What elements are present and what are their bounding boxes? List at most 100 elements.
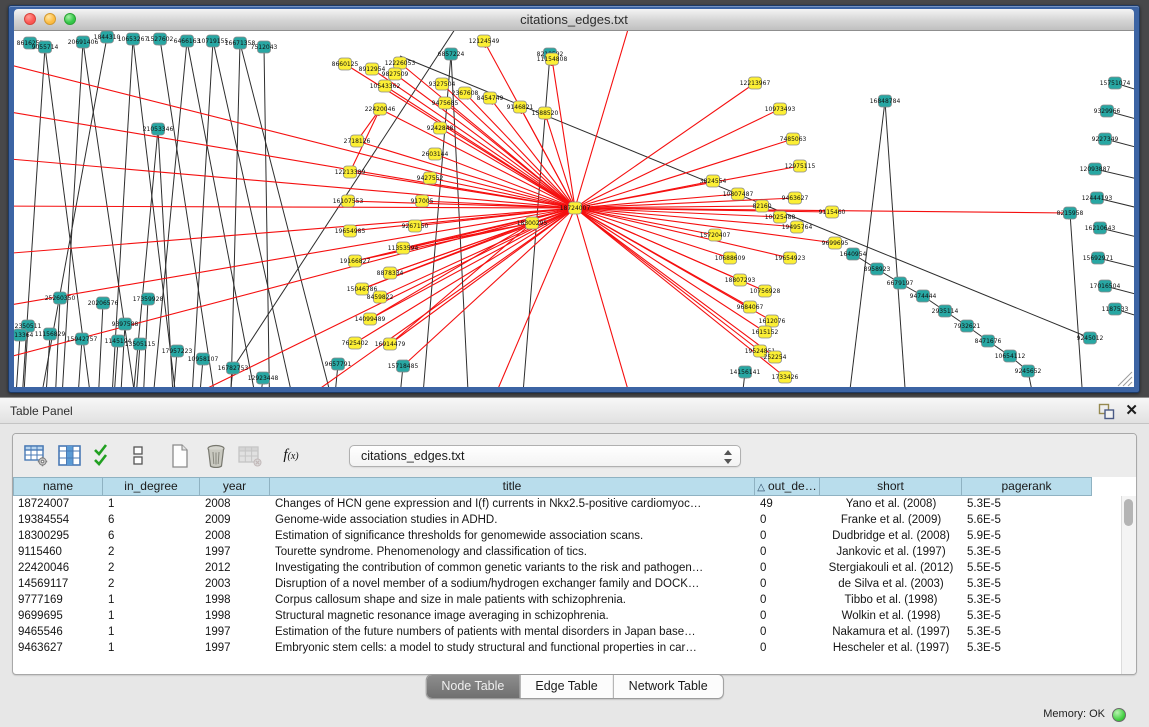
graph-node[interactable] — [749, 77, 762, 89]
graph-node[interactable] — [344, 166, 357, 178]
table-row[interactable]: 977716911998Corpus callosum shape and si… — [13, 592, 1136, 608]
table-cell[interactable]: Investigating the contribution of common… — [270, 560, 755, 576]
graph-edge[interactable] — [484, 41, 575, 208]
graph-node[interactable] — [197, 353, 210, 365]
graph-node[interactable] — [397, 360, 410, 372]
graph-node[interactable] — [339, 58, 352, 70]
table-cell[interactable]: 2 — [103, 576, 200, 592]
graph-node[interactable] — [97, 297, 110, 309]
graph-node[interactable] — [1109, 303, 1122, 315]
graph-node[interactable] — [1109, 77, 1122, 89]
float-panel-icon[interactable] — [1098, 403, 1115, 420]
table-cell[interactable]: Stergiakouli et al. (2012) — [820, 560, 962, 576]
graph-node[interactable] — [234, 37, 247, 49]
table-cell[interactable]: Tibbo et al. (1998) — [820, 592, 962, 608]
graph-edge[interactable] — [14, 56, 575, 208]
graph-node[interactable] — [766, 315, 779, 327]
graph-node[interactable] — [112, 335, 125, 347]
graph-node[interactable] — [774, 103, 787, 115]
table-cell[interactable]: Jankovic et al. (1997) — [820, 544, 962, 560]
table-cell[interactable]: 5.3E-5 — [962, 608, 1092, 624]
graph-node[interactable] — [258, 41, 271, 53]
graph-edge[interactable] — [230, 43, 240, 387]
table-row[interactable]: 946554611997Estimation of the future num… — [13, 624, 1136, 640]
table-cell[interactable]: Franke et al. (2009) — [820, 512, 962, 528]
graph-node[interactable] — [181, 35, 194, 47]
graph-node[interactable] — [44, 328, 57, 340]
graph-node[interactable] — [152, 123, 165, 135]
graph-node[interactable] — [342, 195, 355, 207]
graph-node[interactable] — [1004, 350, 1017, 362]
graph-edge[interactable] — [133, 39, 180, 387]
table-cell[interactable]: Nakamura et al. (1997) — [820, 624, 962, 640]
graph-edge[interactable] — [575, 109, 780, 208]
graph-edge[interactable] — [264, 47, 270, 387]
graph-node[interactable] — [459, 87, 472, 99]
graph-node[interactable] — [227, 362, 240, 374]
table-cell[interactable]: 1 — [103, 640, 200, 656]
table-cell[interactable]: 6 — [103, 528, 200, 544]
graph-node[interactable] — [142, 293, 155, 305]
graph-node[interactable] — [734, 274, 747, 286]
graph-node[interactable] — [154, 33, 167, 45]
graph-node[interactable] — [514, 101, 527, 113]
graph-node[interactable] — [77, 36, 90, 48]
table-cell[interactable]: 49 — [755, 496, 820, 512]
graph-node[interactable] — [939, 305, 952, 317]
column-header-out_de[interactable]: △out_de… — [755, 477, 820, 496]
tab-network-table[interactable]: Network Table — [613, 675, 723, 698]
table-cell[interactable]: 5.3E-5 — [962, 640, 1092, 656]
graph-node[interactable] — [1094, 222, 1107, 234]
graph-node[interactable] — [739, 366, 752, 378]
graph-node[interactable] — [871, 263, 884, 275]
graph-node[interactable] — [829, 237, 842, 249]
graph-node[interactable] — [779, 371, 792, 383]
table-cell[interactable]: 2009 — [200, 512, 270, 528]
graph-node[interactable] — [374, 291, 387, 303]
graph-node[interactable] — [134, 338, 147, 350]
graph-node[interactable] — [364, 313, 377, 325]
graph-edge[interactable] — [14, 106, 575, 208]
graph-node[interactable] — [434, 122, 447, 134]
table-cell[interactable]: 1998 — [200, 592, 270, 608]
rows-icon[interactable] — [125, 443, 151, 469]
table-cell[interactable]: 1 — [103, 592, 200, 608]
graph-edge[interactable] — [480, 208, 575, 387]
table-cell[interactable]: 0 — [755, 640, 820, 656]
table-cell[interactable]: 0 — [755, 544, 820, 560]
graph-node[interactable] — [39, 41, 52, 53]
graph-node[interactable] — [484, 92, 497, 104]
table-row[interactable]: 2242004622012Investigating the contribut… — [13, 560, 1136, 576]
graph-edge[interactable] — [575, 83, 755, 208]
table-row[interactable]: 1456911722003Disruption of a novel membe… — [13, 576, 1136, 592]
table-cell[interactable]: 5.3E-5 — [962, 592, 1092, 608]
table-cell[interactable]: Wolkin et al. (1998) — [820, 608, 962, 624]
column-header-in_degree[interactable]: in_degree — [103, 477, 200, 496]
column-header-name[interactable]: name — [13, 477, 103, 496]
table-cell[interactable]: Yano et al. (2008) — [820, 496, 962, 512]
table-cell[interactable]: 5.6E-5 — [962, 512, 1092, 528]
graph-node[interactable] — [409, 220, 422, 232]
graph-node[interactable] — [754, 345, 767, 357]
graph-node[interactable] — [1064, 207, 1077, 219]
graph-node[interactable] — [917, 290, 930, 302]
table-cell[interactable]: 1997 — [200, 640, 270, 656]
graph-node[interactable] — [784, 252, 797, 264]
table-cell[interactable]: 1998 — [200, 608, 270, 624]
scrollbar-thumb[interactable] — [1124, 499, 1133, 526]
graph-node[interactable] — [207, 35, 220, 47]
table-cell[interactable]: 9115460 — [13, 544, 103, 560]
graph-edge[interactable] — [1070, 213, 1085, 387]
graph-edge[interactable] — [845, 101, 885, 387]
table-cell[interactable]: 2012 — [200, 560, 270, 576]
table-cell[interactable]: 0 — [755, 624, 820, 640]
graph-node[interactable] — [379, 80, 392, 92]
graph-node[interactable] — [526, 217, 539, 229]
table-cell[interactable]: 5.9E-5 — [962, 528, 1092, 544]
graph-node[interactable] — [119, 318, 132, 330]
table-row[interactable]: 1938455462009Genome-wide association stu… — [13, 512, 1136, 528]
network-graph[interactable]: 8616255905571420691406184431010653267152… — [14, 31, 1134, 387]
table-row[interactable]: 1872400712008Changes of HCN gene express… — [13, 496, 1136, 512]
graph-node[interactable] — [384, 267, 397, 279]
graph-node[interactable] — [349, 337, 362, 349]
